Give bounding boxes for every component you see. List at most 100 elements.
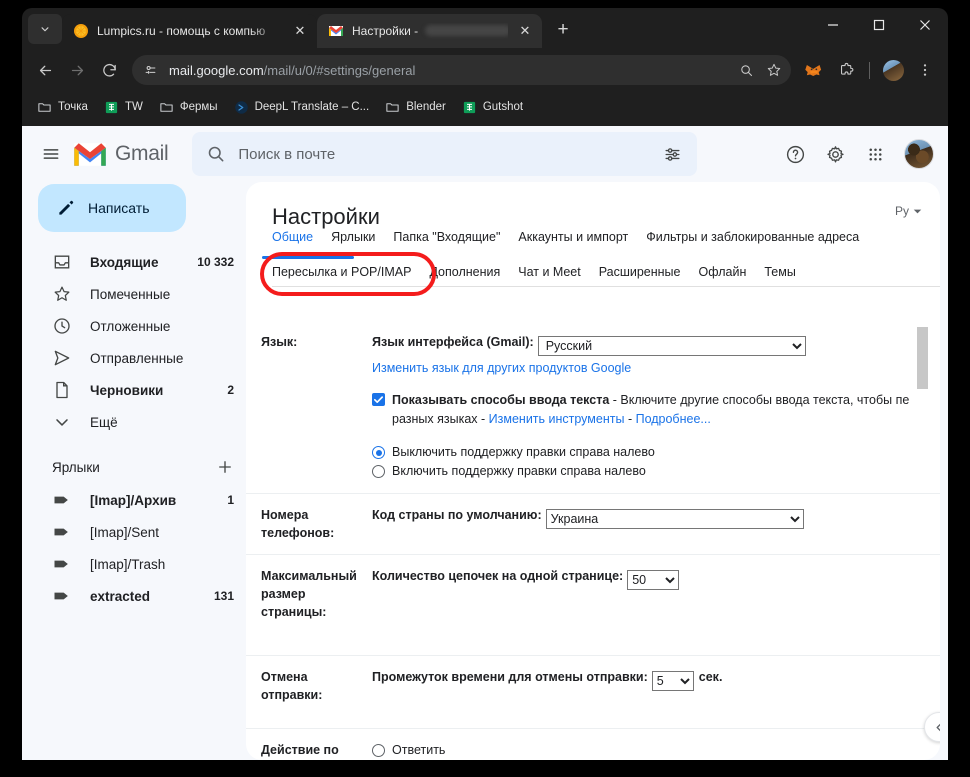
interface-language-select[interactable]: Русский	[537, 336, 806, 356]
sidebar-label-item[interactable]: [Imap]/Sent	[30, 516, 246, 548]
profile-button[interactable]	[878, 55, 908, 85]
sidebar-item-count: 2	[227, 383, 234, 397]
row-label: Номера телефонов:	[261, 508, 335, 540]
input-tools-checkbox[interactable]	[372, 393, 385, 406]
deepl-icon	[234, 100, 248, 114]
browser-window: Lumpics.ru - помощь с компью ✕ Настройки…	[22, 8, 948, 760]
forward-button[interactable]	[62, 55, 92, 85]
line2-separator: -	[624, 412, 636, 426]
hamburger-icon	[43, 149, 59, 159]
new-tab-button[interactable]: +	[548, 15, 578, 45]
page-info-button[interactable]	[137, 58, 163, 82]
compose-button[interactable]: Написать	[38, 184, 186, 232]
extensions-button[interactable]	[831, 55, 861, 85]
sidebar-item-starred[interactable]: Помеченные	[30, 278, 246, 310]
settings-row-phone-numbers: Номера телефонов: Код страны по умолчани…	[246, 493, 940, 554]
main-menu-button[interactable]	[32, 135, 70, 173]
reload-button[interactable]	[94, 55, 124, 85]
browser-tab-1[interactable]: Lumpics.ru - помощь с компью ✕	[62, 14, 317, 48]
tab-search-button[interactable]	[28, 14, 62, 44]
maximize-button[interactable]	[856, 8, 902, 42]
settings-scrollbar-thumb[interactable]	[917, 327, 928, 389]
page-size-select[interactable]: 50	[627, 570, 680, 590]
back-button[interactable]	[30, 55, 60, 85]
minimize-button[interactable]	[810, 8, 856, 42]
sidebar-label-item[interactable]: [Imap]/Trash	[30, 548, 246, 580]
tab-accounts[interactable]: Аккаунты и импорт	[518, 230, 628, 251]
google-apps-button[interactable]	[856, 135, 894, 173]
page-size-label: Количество цепочек на одной странице:	[372, 569, 624, 583]
tab-themes[interactable]: Темы	[764, 265, 795, 286]
settings-scrollbar-track[interactable]	[917, 324, 934, 760]
close-window-button[interactable]	[902, 8, 948, 42]
search-options-button[interactable]	[655, 137, 689, 171]
tab-advanced[interactable]: Расширенные	[599, 265, 681, 286]
tab-forwarding-label: Пересылка и POP/IMAP	[272, 265, 412, 279]
browser-tab-2[interactable]: Настройки - ✕	[317, 14, 542, 48]
tab-offline[interactable]: Офлайн	[698, 265, 746, 286]
bookmark-item[interactable]: DeepL Translate – C...	[227, 97, 377, 118]
sidebar-item-label: Отправленные	[90, 350, 184, 366]
tab-forwarding-pop-imap[interactable]: Пересылка и POP/IMAP	[260, 252, 436, 296]
sidebar-item-sent[interactable]: Отправленные	[30, 342, 246, 374]
change-tools-link[interactable]: Изменить инструменты	[489, 412, 625, 426]
bookmark-item[interactable]: TW	[97, 97, 150, 118]
draft-icon	[56, 381, 68, 399]
search-icon	[740, 64, 752, 76]
bookmark-button[interactable]	[761, 57, 787, 83]
sidebar-item-count: 131	[213, 589, 234, 603]
bookmark-item[interactable]: Точка	[30, 97, 95, 118]
rtl-on-label: Включить поддержку правки справа налево	[392, 464, 646, 478]
learn-more-link[interactable]: Подробнее...	[636, 412, 711, 426]
rtl-off-radio[interactable]	[372, 446, 385, 459]
settings-button[interactable]	[816, 135, 854, 173]
tab-chat-meet[interactable]: Чат и Meet	[518, 265, 580, 286]
sidebar-item-inbox[interactable]: Входящие 10 332	[30, 246, 246, 278]
close-tab-icon[interactable]: ✕	[516, 22, 534, 40]
bookmark-label: TW	[124, 101, 143, 113]
address-bar[interactable]: mail.google.com/mail/u/0/#settings/gener…	[132, 55, 791, 85]
tab-labels[interactable]: Ярлыки	[331, 230, 375, 251]
row-content: Промежуток времени для отмены отправки: 5…	[364, 668, 940, 704]
bookmark-item[interactable]: Gutshot	[455, 97, 530, 118]
gmail-logo[interactable]: Gmail	[72, 141, 169, 168]
bookmark-star-icon	[767, 63, 781, 76]
sidebar-item-drafts[interactable]: Черновики 2	[30, 374, 246, 406]
input-tools-bold: Показывать способы ввода текста	[392, 393, 610, 407]
bookmark-label: Точка	[58, 101, 88, 113]
sidebar-item-label: [Imap]/Sent	[90, 524, 160, 540]
settings-language-selector[interactable]: Ру	[895, 204, 922, 218]
omnibox-search-button[interactable]	[733, 57, 759, 83]
reply-radio[interactable]	[372, 744, 385, 757]
settings-row-default-action: Действие по умолчанию: Подробнее... Отве…	[246, 728, 940, 760]
sidebar-label-item[interactable]: [Imap]/Архив 1	[30, 484, 246, 516]
chevron-down-icon	[41, 27, 49, 32]
sidebar-item-more[interactable]: Ещё	[30, 406, 246, 438]
sidebar-item-snoozed[interactable]: Отложенные	[30, 310, 246, 342]
sheets-icon	[105, 101, 118, 113]
tab-addons[interactable]: Дополнения	[429, 265, 500, 286]
sidebar-item-label: Ещё	[90, 414, 118, 430]
change-language-link[interactable]: Изменить язык для других продуктов Googl…	[372, 361, 631, 375]
bookmark-item[interactable]: Фермы	[152, 97, 225, 118]
bookmark-item[interactable]: Blender	[378, 97, 453, 118]
plus-icon[interactable]	[216, 458, 234, 476]
undo-send-select[interactable]: 5	[651, 671, 694, 691]
tab-general[interactable]: Общие	[272, 230, 313, 251]
sidebar-label-item[interactable]: extracted 131	[30, 580, 246, 612]
sidebar-item-count: 10 332	[197, 255, 234, 269]
label-icon	[54, 496, 68, 504]
search-bar[interactable]: Поиск в почте	[192, 132, 698, 176]
country-code-select[interactable]: Украина	[545, 509, 804, 529]
help-button[interactable]	[776, 135, 814, 173]
rtl-on-radio[interactable]	[372, 465, 385, 478]
tab-filters[interactable]: Фильтры и заблокированные адреса	[646, 230, 859, 251]
apps-grid-icon	[868, 147, 882, 161]
close-tab-icon[interactable]: ✕	[291, 22, 309, 40]
tab-inbox[interactable]: Папка "Входящие"	[393, 230, 500, 251]
avatar[interactable]	[904, 139, 934, 169]
browser-menu-button[interactable]	[910, 55, 940, 85]
header-actions	[776, 135, 934, 173]
search-input[interactable]: Поиск в почте	[238, 146, 643, 163]
metamask-extension-button[interactable]	[799, 55, 829, 85]
